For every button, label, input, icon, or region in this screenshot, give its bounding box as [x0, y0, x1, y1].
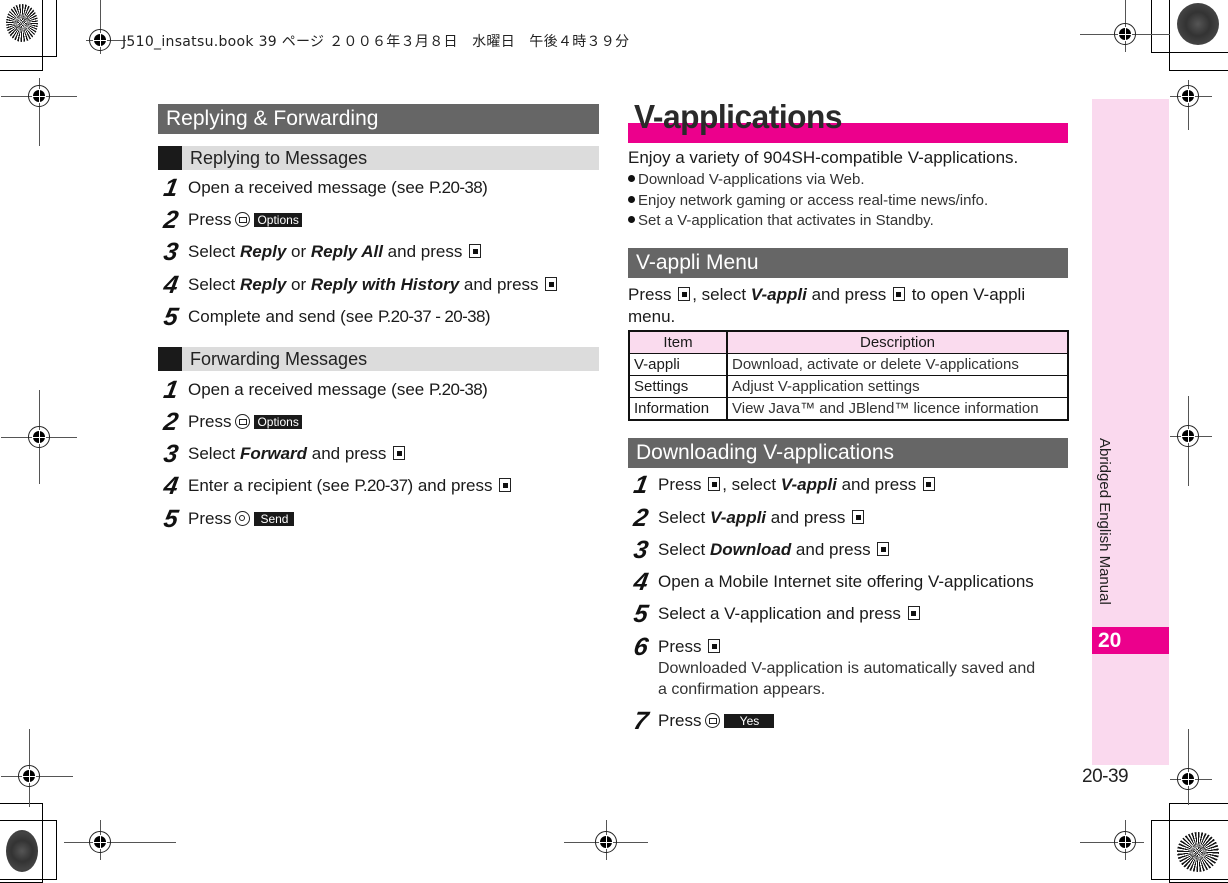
bullet-item: Set a V-application that activates in St…	[628, 211, 934, 231]
step-number: 1	[161, 376, 181, 404]
mail-key-icon	[235, 212, 251, 227]
center-key-icon	[708, 639, 721, 653]
vappli-menu-table: Item Description V-appli Download, activ…	[628, 330, 1069, 421]
center-key-icon	[469, 244, 482, 258]
table-row: V-appli Download, activate or delete V-a…	[628, 353, 1069, 376]
step: 3 Select Download and press	[631, 536, 891, 564]
subsection-title: Replying to Messages	[190, 148, 368, 168]
step-number: 3	[161, 440, 181, 468]
description-cell: Download, activate or delete V-applicati…	[726, 353, 1069, 376]
subsection-title: Forwarding Messages	[190, 349, 368, 369]
subsection-replying: Replying to Messages	[158, 146, 599, 170]
bullet-icon	[628, 196, 635, 203]
color-target-bottom-right	[1177, 832, 1219, 872]
step-note: Downloaded V-application is automaticall…	[658, 660, 1036, 698]
step-number: 5	[631, 600, 651, 628]
step: 2 Press Options	[161, 408, 302, 436]
description-cell: View Java™ and JBlend™ licence informati…	[726, 397, 1069, 421]
center-key-icon	[852, 510, 865, 524]
center-key-icon	[499, 478, 512, 492]
color-target-top-left	[6, 4, 38, 42]
description-cell: Adjust V-application settings	[726, 375, 1069, 398]
table-row: Settings Adjust V-application settings	[628, 375, 1069, 398]
chapter-number-badge: 20	[1092, 627, 1169, 654]
section-title-downloading: Downloading V-applications	[628, 438, 1068, 468]
center-key-icon	[678, 287, 691, 301]
color-target-top-right	[1177, 3, 1219, 45]
step: 5 Complete and send (see P.20-37 - 20-38)	[161, 303, 491, 331]
step: 4 Select Reply or Reply with History and …	[161, 271, 559, 299]
step-number: 4	[161, 472, 181, 500]
bullet-icon	[628, 216, 635, 223]
dial-key-icon	[235, 511, 251, 526]
bullet-item: Enjoy network gaming or access real-time…	[628, 191, 988, 211]
page-reference-link[interactable]: P.20-38	[429, 178, 483, 197]
page-reference-link[interactable]: P.20-38	[429, 380, 483, 399]
step: 5 Press Send	[161, 505, 295, 533]
menu-instructions: Press , select V-appli and press to open…	[628, 285, 1026, 326]
column-header: Description	[726, 330, 1069, 354]
step: 3 Select Reply or Reply All and press	[161, 238, 483, 266]
bullet-item: Download V-applications via Web.	[628, 170, 865, 190]
step-number: 2	[161, 408, 181, 436]
item-cell: V-appli	[628, 353, 728, 376]
item-cell: Information	[628, 397, 728, 421]
center-key-icon	[907, 606, 920, 620]
step: 1 Open a received message (see P.20-38)	[161, 174, 488, 202]
step-number: 4	[631, 568, 651, 596]
step-number: 6	[631, 633, 651, 661]
color-target-bottom-left	[6, 830, 38, 872]
step: 2 Press Options	[161, 206, 302, 234]
section-title-replying-forwarding: Replying & Forwarding	[158, 104, 599, 134]
subsection-marker	[158, 347, 182, 371]
step-number: 7	[631, 707, 651, 735]
mail-key-icon	[705, 713, 721, 728]
page-number: 20-39	[1082, 766, 1129, 787]
step-number: 2	[631, 504, 651, 532]
chapter-side-tab	[1092, 99, 1169, 765]
step: 3 Select Forward and press	[161, 440, 407, 468]
softkey-yes: Yes	[724, 714, 775, 728]
print-header: J510_insatsu.book 39 ページ ２００６年３月８日 水曜日 午…	[122, 34, 630, 50]
step: 1 Press , select V-appli and press	[631, 471, 937, 499]
step: 5 Select a V-application and press	[631, 600, 922, 628]
page-title: V-applications	[634, 98, 843, 135]
step-number: 4	[161, 271, 181, 299]
table-header-row: Item Description	[628, 330, 1069, 354]
step: 7 Press Yes	[631, 707, 775, 735]
step: 2 Select V-appli and press	[631, 504, 866, 532]
step: 4 Enter a recipient (see P.20-37) and pre…	[161, 472, 513, 500]
step-number: 3	[631, 536, 651, 564]
step: 6 Press	[631, 633, 722, 661]
step-number: 3	[161, 238, 181, 266]
softkey-options: Options	[254, 213, 302, 227]
step-number: 5	[161, 505, 181, 533]
center-key-icon	[545, 277, 558, 291]
step-number: 2	[161, 206, 181, 234]
intro-text: Enjoy a variety of 904SH-compatible V-ap…	[628, 148, 1019, 167]
center-key-icon	[892, 287, 905, 301]
side-tab-label: Abridged English Manual	[1096, 438, 1113, 605]
softkey-options: Options	[254, 415, 302, 429]
column-header: Item	[628, 330, 728, 354]
center-key-icon	[708, 477, 721, 491]
step-number: 1	[631, 471, 651, 499]
center-key-icon	[393, 446, 406, 460]
step: 1 Open a received message (see P.20-38)	[161, 376, 488, 404]
center-key-icon	[922, 477, 935, 491]
subsection-forwarding: Forwarding Messages	[158, 347, 599, 371]
table-row: Information View Java™ and JBlend™ licen…	[628, 397, 1069, 421]
page-reference-link[interactable]: P.20-37	[354, 476, 408, 495]
step-number: 1	[161, 174, 181, 202]
item-cell: Settings	[628, 375, 728, 398]
subsection-marker	[158, 146, 182, 170]
step-number: 5	[161, 303, 181, 331]
step: 4 Open a Mobile Internet site offering V-…	[631, 568, 1034, 596]
center-key-icon	[877, 542, 890, 556]
bullet-icon	[628, 175, 635, 182]
softkey-send: Send	[254, 512, 295, 526]
page-reference-link[interactable]: P.20-37 - 20-38	[378, 307, 486, 326]
mail-key-icon	[235, 414, 251, 429]
section-title-vappli-menu: V-appli Menu	[628, 248, 1068, 278]
